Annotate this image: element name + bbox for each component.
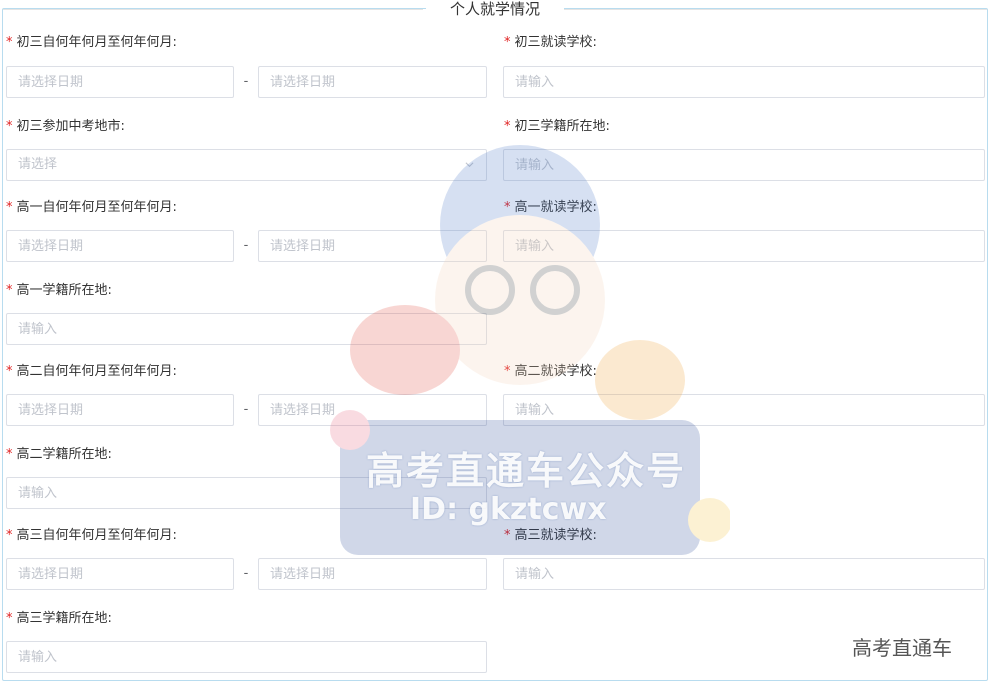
exam-city-select-placeholder: 请选择	[18, 157, 58, 172]
exam-city-label-text: 初三参加中考地市:	[16, 119, 125, 134]
senior2-registry-label: * 高二学籍所在地:	[6, 446, 112, 464]
senior3-school-label: * 高三就读学校:	[504, 527, 597, 545]
senior1-registry-label-text: 高一学籍所在地:	[16, 283, 112, 298]
required-mark: *	[504, 364, 511, 379]
senior2-registry-input[interactable]	[6, 477, 487, 509]
required-mark: *	[6, 200, 13, 215]
date-range-separator: -	[243, 566, 249, 581]
required-mark: *	[504, 200, 511, 215]
legend-divider-left	[3, 9, 423, 10]
senior3-end-date-input[interactable]	[258, 558, 487, 590]
senior2-start-date-input[interactable]	[6, 394, 234, 426]
exam-city-label: * 初三参加中考地市:	[6, 118, 125, 136]
corner-watermark-text: 高考直通车	[852, 636, 952, 660]
junior3-school-label-text: 初三就读学校:	[514, 35, 597, 50]
senior2-period-label: * 高二自何年何月至何年何月:	[6, 363, 177, 381]
junior3-period-label-text: 初三自何年何月至何年何月:	[16, 35, 177, 50]
senior1-period-label-text: 高一自何年何月至何年何月:	[16, 200, 177, 215]
senior2-registry-label-text: 高二学籍所在地:	[16, 447, 112, 462]
junior3-school-input[interactable]	[503, 66, 985, 98]
required-mark: *	[6, 35, 13, 50]
senior1-school-label: * 高一就读学校:	[504, 199, 597, 217]
senior3-registry-input[interactable]	[6, 641, 487, 673]
required-mark: *	[6, 364, 13, 379]
date-range-separator: -	[243, 74, 249, 89]
senior2-school-input[interactable]	[503, 394, 985, 426]
senior3-period-label: * 高三自何年何月至何年何月:	[6, 527, 177, 545]
junior3-registry-label-text: 初三学籍所在地:	[514, 119, 610, 134]
required-mark: *	[6, 283, 13, 298]
senior3-school-input[interactable]	[503, 558, 985, 590]
senior3-school-label-text: 高三就读学校:	[514, 528, 597, 543]
required-mark: *	[6, 447, 13, 462]
senior2-end-date-input[interactable]	[258, 394, 487, 426]
date-range-separator: -	[243, 402, 249, 417]
senior1-registry-label: * 高一学籍所在地:	[6, 282, 112, 300]
senior2-school-label: * 高二就读学校:	[504, 363, 597, 381]
senior3-registry-label-text: 高三学籍所在地:	[16, 611, 112, 626]
junior3-registry-label: * 初三学籍所在地:	[504, 118, 610, 136]
junior3-period-label: * 初三自何年何月至何年何月:	[6, 34, 177, 52]
junior3-registry-input[interactable]	[503, 149, 985, 181]
senior1-school-label-text: 高一就读学校:	[514, 200, 597, 215]
junior3-end-date-input[interactable]	[258, 66, 487, 98]
senior3-period-label-text: 高三自何年何月至何年何月:	[16, 528, 177, 543]
senior2-school-label-text: 高二就读学校:	[514, 364, 597, 379]
senior2-period-label-text: 高二自何年何月至何年何月:	[16, 364, 177, 379]
required-mark: *	[6, 611, 13, 626]
date-range-separator: -	[243, 238, 249, 253]
legend-divider-right	[563, 9, 987, 10]
senior3-registry-label: * 高三学籍所在地:	[6, 610, 112, 628]
exam-city-select[interactable]: 请选择	[6, 149, 487, 181]
section-title: 个人就学情况	[425, 0, 565, 18]
senior1-end-date-input[interactable]	[258, 230, 487, 262]
required-mark: *	[504, 119, 511, 134]
required-mark: *	[504, 35, 511, 50]
required-mark: *	[6, 528, 13, 543]
junior3-start-date-input[interactable]	[6, 66, 234, 98]
chevron-down-icon	[465, 162, 474, 168]
senior1-start-date-input[interactable]	[6, 230, 234, 262]
senior1-period-label: * 高一自何年何月至何年何月:	[6, 199, 177, 217]
senior1-registry-input[interactable]	[6, 313, 487, 345]
senior1-school-input[interactable]	[503, 230, 985, 262]
junior3-school-label: * 初三就读学校:	[504, 34, 597, 52]
required-mark: *	[504, 528, 511, 543]
senior3-start-date-input[interactable]	[6, 558, 234, 590]
required-mark: *	[6, 119, 13, 134]
